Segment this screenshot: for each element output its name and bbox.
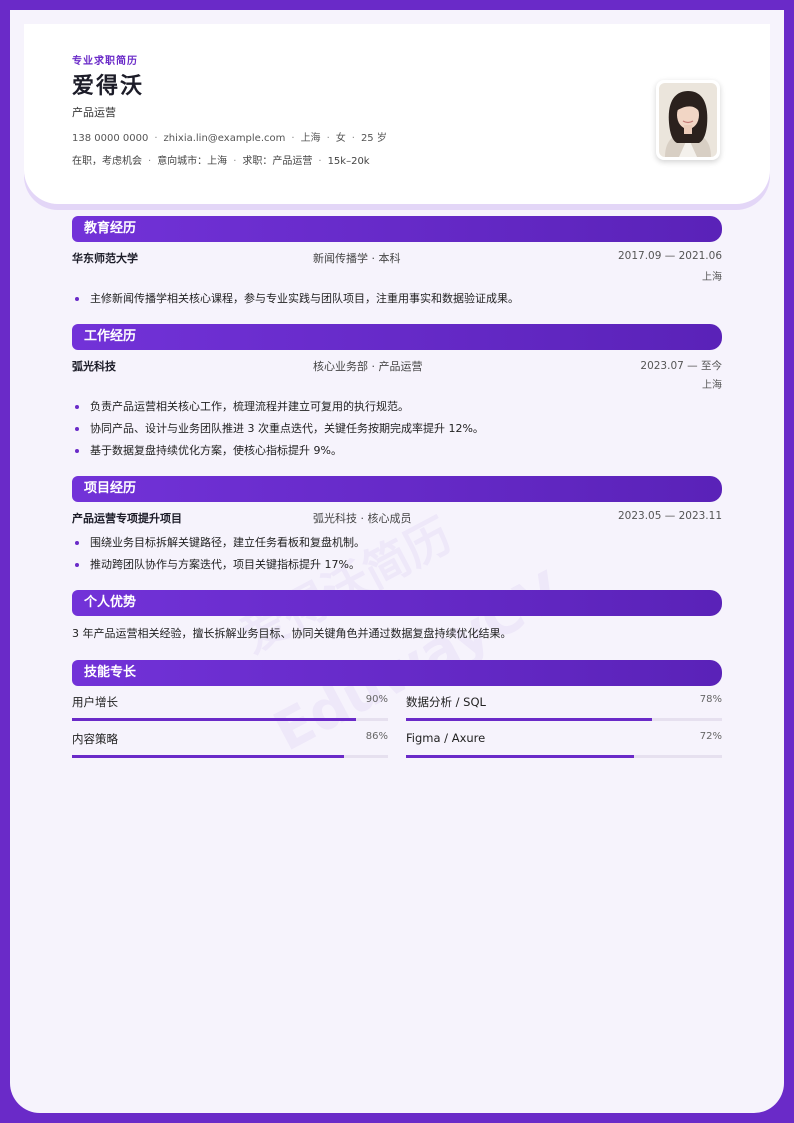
resume-content: 教育经历 华东师范大学 新闻传播学 · 本科 2017.09 — 2021.06…: [72, 216, 722, 758]
project-name: 产品运营专项提升项目: [72, 512, 182, 525]
skills-grid: 用户增长 90% 数据分析 / SQL 78% 内容策略 86% Figma / Ax…: [72, 694, 722, 758]
education-row: 华东师范大学 新闻传播学 · 本科 2017.09 — 2021.06: [72, 250, 722, 268]
section-header-work: 工作经历: [72, 324, 722, 350]
skill-item: Figma / Axure 72%: [406, 731, 722, 758]
project-role: 弧光科技 · 核心成员: [313, 512, 412, 525]
skill-percent: 86%: [365, 731, 388, 742]
skill-percent: 78%: [699, 694, 722, 705]
school-name: 华东师范大学: [72, 252, 138, 265]
skill-bar-fill: [72, 718, 357, 721]
section-header-education: 教育经历: [72, 216, 722, 242]
salary: 15k–20k: [327, 156, 370, 167]
skill-bar-track: [72, 718, 388, 721]
section-header-skills: 技能专长: [72, 660, 722, 686]
project-date: 2023.05 — 2023.11: [617, 510, 722, 522]
work-location: 上海: [702, 380, 722, 391]
skill-bar-track: [406, 755, 722, 758]
list-item: 基于数据复盘持续优化方案，使核心指标提升 9%。: [72, 440, 722, 462]
section-header-strengths: 个人优势: [72, 590, 722, 616]
job-intent-line: 在职，考虑机会 · 意向城市：上海 · 求职：产品运营 · 15k–20k: [72, 156, 370, 167]
work-date: 2023.07 — 至今: [640, 360, 722, 372]
skill-item: 用户增长 90%: [72, 694, 388, 721]
skill-bar-track: [406, 718, 722, 721]
contact-line: 138 0000 0000 · zhixia.lin@example.com · 上海 ·…: [72, 133, 387, 144]
skills-section: 技能专长 用户增长 90% 数据分析 / SQL 78% 内容策略 86% Figma…: [72, 660, 722, 758]
project-section: 项目经历 产品运营专项提升项目 弧光科技 · 核心成员 2023.05 — 20…: [72, 476, 722, 576]
skill-name: 内容策略: [72, 732, 118, 746]
skill-name: Figma / Axure: [406, 731, 486, 745]
avatar: [656, 80, 720, 160]
skill-percent: 90%: [365, 694, 388, 705]
resume-page: 爱得沃简历 EduwayCV 专业求职简历 爱得沃 产品运营 138 0000 …: [10, 10, 784, 1113]
candidate-name: 爱得沃: [72, 74, 145, 99]
department: 核心业务部 · 产品运营: [313, 360, 423, 373]
section-header-project: 项目经历: [72, 476, 722, 502]
work-bullets: 负责产品运营相关核心工作，梳理流程并建立可复用的执行规范。 协同产品、设计与业务…: [72, 396, 722, 462]
work-section: 工作经历 弧光科技 核心业务部 · 产品运营 2023.07 — 至今 上海 负…: [72, 324, 722, 462]
skill-item: 内容策略 86%: [72, 731, 388, 758]
resume-tag: 专业求职简历: [72, 56, 138, 67]
company-name: 弧光科技: [72, 360, 116, 373]
list-item: 主修新闻传播学相关核心课程，参与专业实践与团队项目，注重用事实和数据验证成果。: [72, 288, 722, 310]
skill-bar-fill: [72, 755, 344, 758]
email: zhixia.lin@example.com: [163, 133, 286, 144]
resume-header: 专业求职简历 爱得沃 产品运营 138 0000 0000 · zhixia.lin…: [24, 24, 770, 204]
education-bullets: 主修新闻传播学相关核心课程，参与专业实践与团队项目，注重用事实和数据验证成果。: [72, 288, 722, 310]
project-row: 产品运营专项提升项目 弧光科技 · 核心成员 2023.05 — 2023.11: [72, 510, 722, 528]
target-city: 意向城市：上海: [157, 156, 228, 167]
gender: 女: [335, 133, 346, 144]
major: 新闻传播学 · 本科: [313, 252, 401, 265]
education-location: 上海: [702, 272, 722, 283]
skill-percent: 72%: [699, 731, 722, 742]
skill-name: 数据分析 / SQL: [406, 695, 486, 709]
skill-item: 数据分析 / SQL 78%: [406, 694, 722, 721]
job-status: 在职，考虑机会: [72, 156, 142, 167]
phone: 138 0000 0000: [72, 133, 149, 144]
target-role: 求职：产品运营: [242, 156, 313, 167]
strengths-text: 3 年产品运营相关经验，擅长拆解业务目标、协同关键角色并通过数据复盘持续优化结果…: [72, 627, 512, 640]
skill-bar-track: [72, 755, 388, 758]
list-item: 推动跨团队协作与方案迭代，项目关键指标提升 17%。: [72, 554, 722, 576]
skill-name: 用户增长: [72, 695, 118, 709]
strengths-section: 个人优势 3 年产品运营相关经验，擅长拆解业务目标、协同关键角色并通过数据复盘持…: [72, 590, 722, 642]
list-item: 负责产品运营相关核心工作，梳理流程并建立可复用的执行规范。: [72, 396, 722, 418]
age: 25 岁: [360, 133, 387, 144]
city: 上海: [300, 133, 321, 144]
list-item: 协同产品、设计与业务团队推进 3 次重点迭代，关键任务按期完成率提升 12%。: [72, 418, 722, 440]
skill-bar-fill: [406, 718, 653, 721]
list-item: 围绕业务目标拆解关键路径，建立任务看板和复盘机制。: [72, 532, 722, 554]
work-row: 弧光科技 核心业务部 · 产品运营 2023.07 — 至今: [72, 358, 722, 376]
portrait-icon: [659, 83, 717, 157]
project-bullets: 围绕业务目标拆解关键路径，建立任务看板和复盘机制。 推动跨团队协作与方案迭代，项…: [72, 532, 722, 576]
education-section: 教育经历 华东师范大学 新闻传播学 · 本科 2017.09 — 2021.06…: [72, 216, 722, 310]
skill-bar-fill: [406, 755, 634, 758]
candidate-role: 产品运营: [72, 106, 116, 119]
education-date: 2017.09 — 2021.06: [617, 250, 722, 262]
